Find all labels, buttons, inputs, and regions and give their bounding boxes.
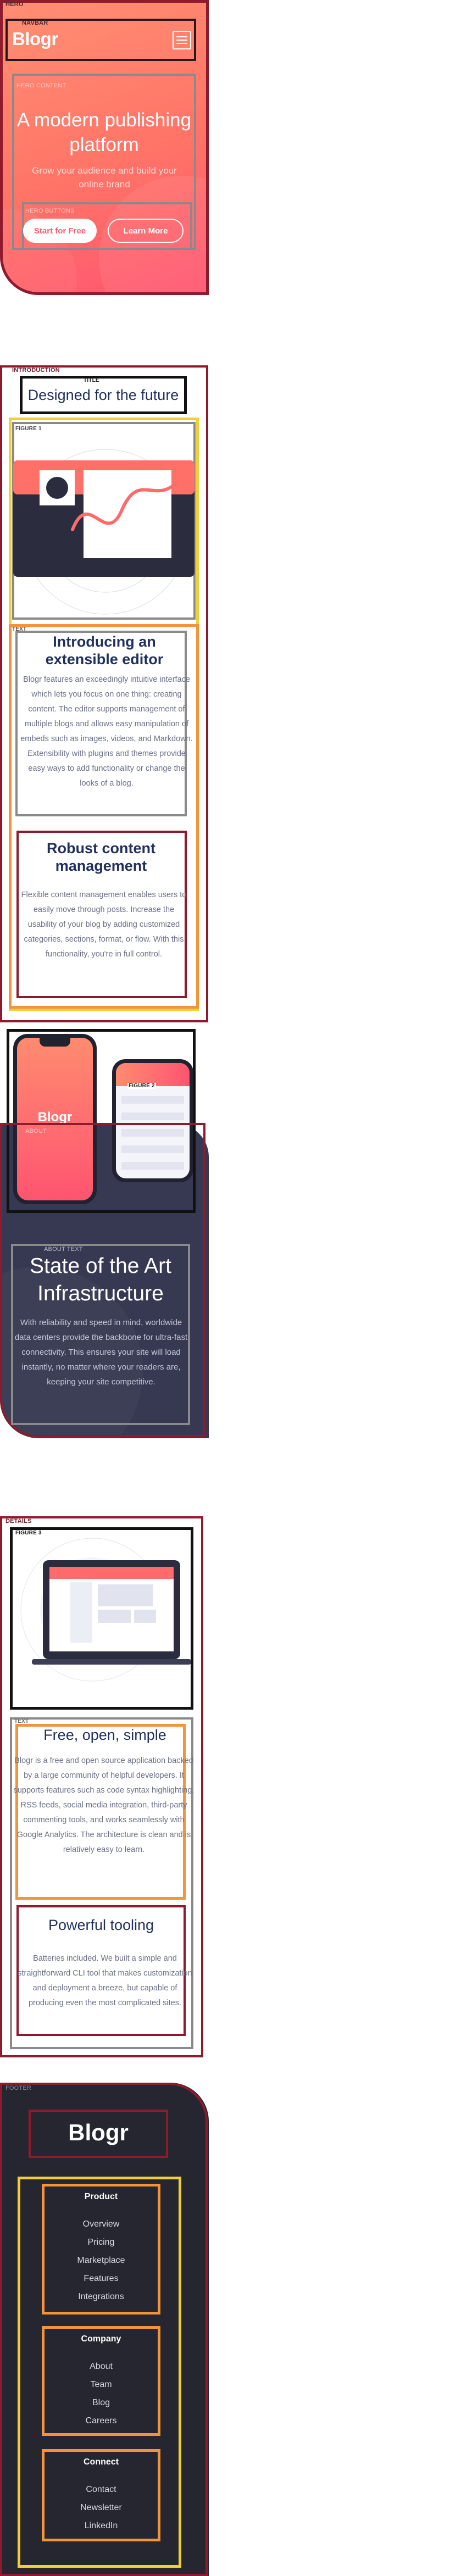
section-label: FIGURE 1 [15,426,42,432]
section-label: FIGURE 2 [127,1083,156,1089]
brand-logo[interactable]: Blogr [12,29,58,49]
footer-link-about[interactable]: About [42,2357,160,2375]
footer-link-marketplace[interactable]: Marketplace [42,2251,160,2269]
section-label: HERO CONTENT [16,82,66,89]
footer-heading: Company [81,2334,121,2344]
hero-subtitle: Grow your audience and build your online… [32,165,177,190]
footer-link-integrations[interactable]: Integrations [42,2288,160,2306]
footer-link-pricing[interactable]: Pricing [42,2233,160,2251]
footer-link-contact[interactable]: Contact [42,2480,160,2499]
section-label: ABOUT TEXT [44,1246,83,1253]
intro-title: Designed for the future [27,387,179,403]
feature-heading: Powerful tooling [48,1917,154,1933]
feature-heading: Free, open, simple [43,1727,166,1743]
section-label: FOOTER [5,2085,32,2091]
feature-body: Blogr is a free and open source applicat… [13,1756,195,1854]
hero-title: A modern publishing platform [16,109,192,155]
footer-link-overview[interactable]: Overview [42,2215,160,2233]
section-label: NAVBAR [22,20,48,26]
figure-1 [12,422,196,620]
footer-heading: Product [84,2192,118,2201]
hamburger-menu-icon[interactable] [173,31,191,49]
section-label: TITLE [84,377,99,383]
laptop-illustration [20,1538,191,1682]
feature-body: Flexible content management enables user… [21,891,187,959]
about-body: With reliability and speed in mind, worl… [14,1318,188,1387]
about-title: State of the Art Infrastructure [30,1254,171,1305]
figure-3 [10,1527,193,1710]
feature-body: Batteries included. We built a simple an… [18,1954,192,2007]
footer-heading: Connect [84,2457,119,2467]
footer-logo[interactable]: Blogr [29,2119,168,2146]
learn-more-button[interactable]: Learn More [108,219,184,243]
section-label: FIGURE 3 [15,1530,42,1536]
start-for-free-button[interactable]: Start for Free [23,219,97,243]
footer-link-features[interactable]: Features [42,2269,160,2288]
footer-link-newsletter[interactable]: Newsletter [42,2499,160,2517]
feature-heading: Introducing an extensible editor [45,633,164,667]
editor-illustration [13,449,195,615]
feature-body: Blogr features an exceedingly intuitive … [20,675,193,788]
footer-link-blog[interactable]: Blog [42,2394,160,2412]
footer-link-linkedin[interactable]: LinkedIn [42,2517,160,2535]
feature-heading: Robust content management [47,840,155,874]
section-label: ABOUT [25,1128,47,1134]
section-label: DETAILS [5,1518,32,1525]
footer-link-careers[interactable]: Careers [42,2412,160,2430]
footer-link-team[interactable]: Team [42,2375,160,2394]
section-label: HERO BUTTONS [25,208,75,214]
section-label: INTRODUCTION [12,367,60,374]
section-label: HERO [5,1,24,8]
